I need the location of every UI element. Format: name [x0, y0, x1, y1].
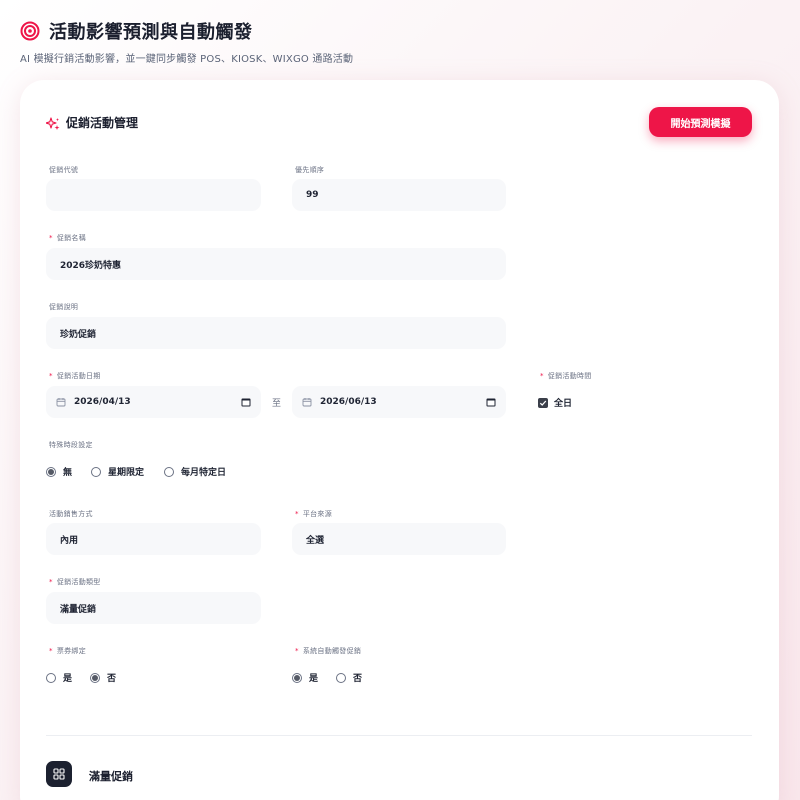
priority-input[interactable]: 99 [292, 179, 506, 211]
required-mark: * [295, 647, 299, 655]
required-mark: * [540, 372, 544, 380]
date-separator: 至 [272, 399, 282, 409]
promo-code-input[interactable] [46, 179, 261, 211]
description-input[interactable]: 珍奶促銷 [46, 317, 506, 349]
start-prediction-button[interactable]: 開始預測模擬 [649, 107, 752, 137]
promo-management-card: 促銷活動管理 開始預測模擬 促銷代號 優先順序 99 * 促銷名稱 2026珍奶特… [20, 80, 779, 800]
auto-trigger-option-no[interactable]: 否 [336, 671, 362, 684]
promo-type-select[interactable]: 滿量促銷 [46, 592, 261, 624]
coupon-bind-option-yes[interactable]: 是 [46, 671, 72, 684]
sales-method-value: 內用 [60, 535, 79, 546]
page-header: 活動影響預測與自動觸發 AI 模擬行銷活動影響，並一鍵同步觸發 POS、KIOS… [20, 18, 353, 65]
special-period-label: 特殊時段設定 [49, 441, 93, 449]
special-period-option-none[interactable]: 無 [46, 465, 72, 478]
platform-value: 全選 [306, 535, 325, 546]
all-day-checkbox[interactable] [538, 397, 548, 408]
required-mark: * [49, 234, 53, 242]
card-title: 促銷活動管理 [66, 116, 139, 130]
radio-unselected[interactable] [46, 672, 56, 683]
page-title: 活動影響預測與自動觸發 [49, 22, 253, 43]
auto-trigger-label: * 系統自動觸發促銷 [295, 647, 362, 655]
promo-name-input[interactable]: 2026珍奶特惠 [46, 248, 506, 280]
card-header: 促銷活動管理 [45, 114, 139, 131]
radio-selected[interactable] [292, 672, 302, 683]
header-title-row: 活動影響預測與自動觸發 [20, 18, 353, 44]
required-mark: * [49, 578, 53, 586]
date-picker-icon[interactable] [241, 397, 251, 407]
coupon-bind-radio-group: 是 否 [46, 671, 116, 684]
required-mark: * [49, 372, 53, 380]
sales-method-label: 活動銷售方式 [49, 510, 93, 518]
page-subtitle: AI 模擬行銷活動影響，並一鍵同步觸發 POS、KIOSK、WIXGO 通路活動 [20, 54, 354, 65]
radio-unselected[interactable] [164, 466, 175, 477]
target-icon [20, 21, 40, 41]
coupon-bind-option-no[interactable]: 否 [90, 671, 116, 684]
grid-icon [46, 761, 72, 787]
description-label: 促銷說明 [49, 303, 79, 311]
calendar-icon [302, 397, 312, 407]
end-date-input[interactable]: 2026/06/13 [292, 386, 506, 418]
promo-type-value: 滿量促銷 [60, 604, 97, 615]
sales-method-select[interactable]: 內用 [46, 523, 261, 555]
section-divider [46, 735, 752, 736]
auto-trigger-option-yes[interactable]: 是 [292, 671, 318, 684]
required-mark: * [295, 510, 299, 518]
auto-trigger-radio-group: 是 否 [292, 671, 362, 684]
radio-unselected[interactable] [91, 466, 102, 477]
start-date-input[interactable]: 2026/04/13 [46, 386, 261, 418]
sparkle-icon [45, 116, 60, 130]
coupon-bind-label: * 票券綁定 [49, 647, 87, 655]
date-range-label: * 促銷活動日期 [49, 372, 101, 380]
platform-select[interactable]: 全選 [292, 523, 506, 555]
all-day-checkbox-row[interactable]: 全日 [538, 396, 572, 409]
time-label: * 促銷活動時間 [540, 372, 592, 380]
start-date-value: 2026/04/13 [74, 397, 131, 407]
end-date-value: 2026/06/13 [320, 397, 377, 407]
promo-name-label: * 促銷名稱 [49, 234, 87, 242]
required-mark: * [49, 647, 53, 655]
promo-type-label: * 促銷活動類型 [49, 578, 101, 586]
section-title: 滿量促銷 [89, 770, 133, 783]
calendar-icon [56, 397, 66, 407]
radio-selected[interactable] [90, 672, 101, 683]
priority-label: 優先順序 [295, 166, 325, 174]
platform-label: * 平台來源 [295, 510, 333, 518]
promo-code-field[interactable] [60, 190, 261, 200]
radio-selected[interactable] [46, 466, 56, 477]
special-period-radio-group: 無 星期限定 每月特定日 [46, 465, 226, 478]
priority-value: 99 [306, 190, 319, 200]
promo-name-value: 2026珍奶特惠 [60, 260, 122, 271]
all-day-label: 全日 [554, 399, 573, 409]
date-picker-icon[interactable] [486, 397, 496, 407]
radio-unselected[interactable] [336, 672, 347, 683]
special-period-option-weekday[interactable]: 星期限定 [91, 465, 144, 478]
promo-code-label: 促銷代號 [49, 166, 79, 174]
description-value: 珍奶促銷 [60, 329, 97, 340]
special-period-option-monthly[interactable]: 每月特定日 [164, 465, 226, 478]
